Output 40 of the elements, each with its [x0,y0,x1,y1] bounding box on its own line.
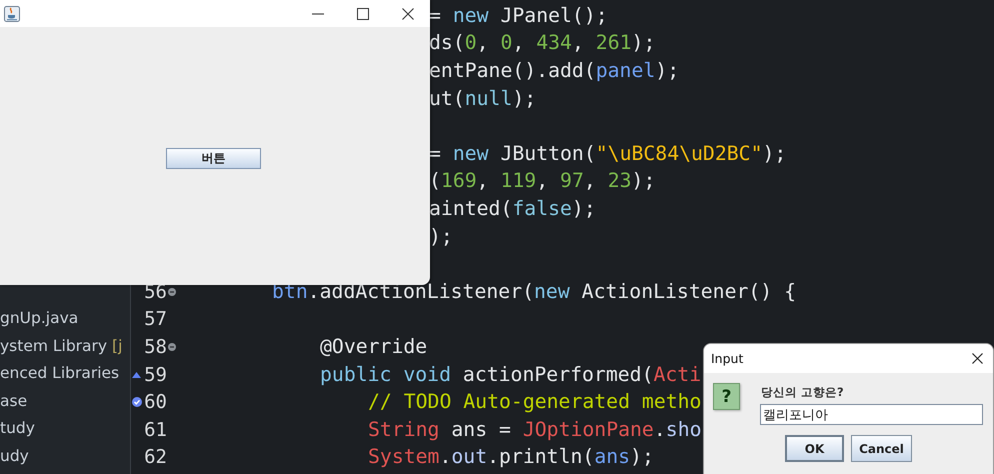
tree-item[interactable]: enced Libraries [0,360,130,388]
prompt-text: 당신의 고향은? [760,384,845,401]
code-line: ); [429,224,453,250]
fold-icon[interactable] [168,342,176,351]
code-line: entPane().add(panel); [429,58,680,84]
close-icon[interactable] [972,353,982,364]
code-line: ainted(false); [429,196,596,222]
code-line: (169, 119, 97, 23); [429,168,656,194]
code-line: @Override [320,334,428,360]
tree-item[interactable]: ase [0,388,130,416]
tree-item[interactable]: tudy [0,415,130,443]
line-number: 58 [143,334,167,360]
close-icon[interactable] [402,8,414,20]
line-number: 62 [143,445,167,470]
code-line: = new JPanel(); [429,2,608,29]
code-line: ds(0, 0, 434, 261); [429,30,656,56]
maximize-icon[interactable] [356,8,368,20]
line-number: 61 [143,418,167,443]
code-line: // TODO Auto-generated metho [368,389,702,416]
input-field[interactable]: 캘리포니아 [760,404,983,425]
minimize-icon[interactable] [312,12,324,14]
code-line: System.out.println(ans); [368,444,654,470]
tree-item[interactable]: udy [0,442,130,471]
line-number: 59 [143,362,167,388]
dialog-button[interactable]: OK [785,435,844,462]
code-line: btn.addActionListener(new ActionListener() { [272,278,796,305]
code-line: public void actionPerformed(Acti [320,362,702,388]
code-line: = new JButton("\uBC84\uD2BC"); [429,140,786,167]
java-cup-icon [4,6,20,22]
line-number: 57 [143,307,167,332]
fold-icon[interactable] [168,288,176,296]
code-line: ut(null); [429,86,536,112]
tree-item[interactable]: ystem Library [j [0,332,130,360]
push-button[interactable]: 버튼 [166,148,261,169]
dialog-button[interactable]: Cancel [851,435,912,462]
question-icon: ? [713,383,740,410]
dialog-title: Input [711,351,744,366]
code-line: String ans = JOptionPane.sho [368,416,702,443]
tree-item[interactable]: gnUp.java [0,305,130,333]
line-number: 60 [143,390,167,416]
